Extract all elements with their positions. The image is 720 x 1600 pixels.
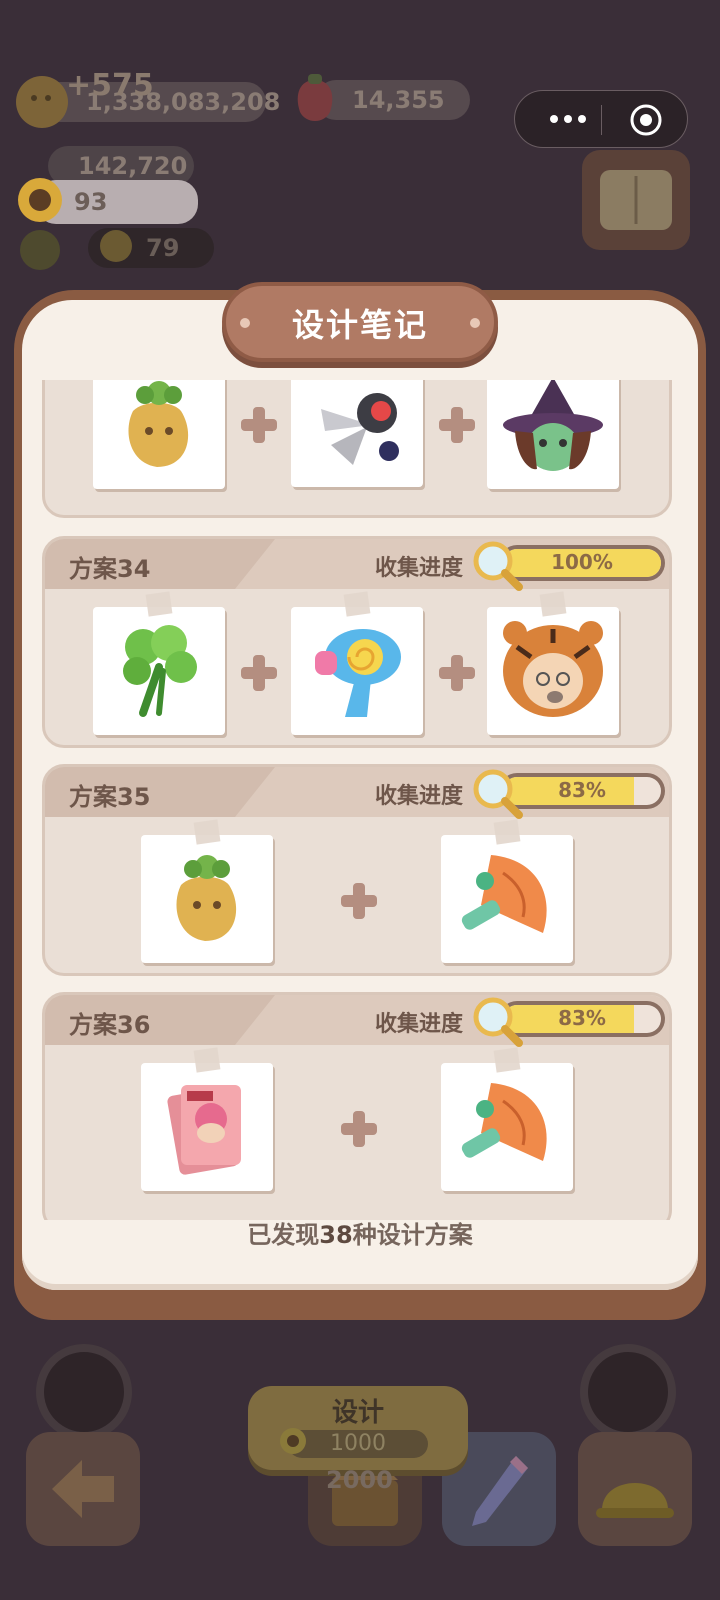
item-tiger-hood-character[interactable] [487,591,619,735]
cat-value: 79 [146,234,180,262]
more-menu-button[interactable] [537,91,599,147]
yep-card-stack-icon [167,1085,241,1175]
hardhat-icon [596,1483,674,1518]
design-cost: 1000 [288,1430,428,1458]
berry-value: 14,355 [352,86,445,114]
item-spiral-water-gun[interactable] [291,591,423,735]
item-dragon-cleaver[interactable] [441,819,573,963]
pencil-icon [472,1456,528,1526]
sunflower-value: 93 [74,188,108,216]
cart-wheel-right [580,1344,676,1440]
gem-value: 142,720 [78,152,188,180]
book-icon [600,170,672,230]
progress-text: 83% [558,1006,606,1030]
back-button[interactable] [26,1432,140,1546]
mandrake-root-icon [176,855,237,941]
item-mandrake-root[interactable] [93,380,225,489]
design-button[interactable]: 设计 1000 [248,1386,468,1470]
extra-cost: 2000 [326,1466,393,1494]
modal-title: 设计笔记 [291,306,428,344]
sun-icon [20,230,60,270]
back-arrow-icon [52,1460,114,1518]
progress-label: 收集进度 [375,556,464,581]
helmet-button[interactable] [578,1432,692,1546]
plus-icon [437,405,477,445]
close-miniprogram-button[interactable] [629,103,663,137]
tiger-hood-character-icon [503,621,603,717]
plus-icon [339,1109,379,1149]
item-yep-card-stack[interactable] [141,1047,273,1191]
plus-icon [239,405,279,445]
plan-name: 方案35 [69,783,151,811]
progress-text: 83% [558,778,606,802]
dragon-cleaver-icon [461,1083,547,1161]
magnifier-icon [473,997,523,1047]
footer-count: 38 [319,1221,353,1249]
design-book-button[interactable] [582,150,690,250]
miniprogram-capsule [514,90,688,148]
plans-scroll-list[interactable]: 方案34 收集进度 100% 方案35 收集进度 83% 方案36 收集进度 8… [38,380,682,1220]
plan-card-partial [42,380,672,518]
progress-label: 收集进度 [375,1012,464,1037]
footer-prefix: 已发现 [247,1221,320,1249]
gold-cookie-icon [16,76,68,128]
item-mandrake-root[interactable] [141,819,273,963]
modal-title-tab: 设计笔记 [222,282,498,362]
plan-name: 方案36 [69,1011,151,1039]
plan-card: 方案36 收集进度 83% [42,992,672,1220]
design-cost-value: 1000 [330,1431,386,1456]
dragon-cleaver-icon [461,855,547,933]
item-vegetable-bunch[interactable] [93,591,225,735]
design-button-label: 设计 [331,1398,384,1428]
plus-icon [339,881,379,921]
item-witch-hat-character[interactable] [487,380,619,489]
magnifier-icon [473,541,523,591]
plan-card: 方案35 收集进度 83% [42,764,672,976]
strawberry-icon [297,74,333,121]
plus-icon [437,653,477,693]
sunflower-icon [18,178,62,222]
discovered-count-text: 已发现38种设计方案 [0,1215,720,1250]
plus-icon [239,653,279,693]
cart-wheel-left [36,1344,132,1440]
gold-delta: +575 [66,68,154,103]
scissors-gadget-icon [321,393,399,465]
mandrake-root-icon [128,381,189,467]
sunflower-icon [280,1428,306,1454]
magnifier-icon [473,769,523,819]
progress-text: 100% [551,550,613,574]
plan-card: 方案34 收集进度 100% [42,536,672,748]
footer-suffix: 种设计方案 [352,1221,473,1249]
progress-label: 收集进度 [375,784,464,809]
cat-icon [100,230,132,262]
item-scissors-gadget[interactable] [291,380,423,487]
item-dragon-cleaver[interactable] [441,1047,573,1191]
vegetable-bunch-icon [123,625,197,717]
plan-name: 方案34 [69,555,151,583]
spiral-water-gun-icon [315,629,401,717]
witch-hat-character-icon [503,380,603,471]
